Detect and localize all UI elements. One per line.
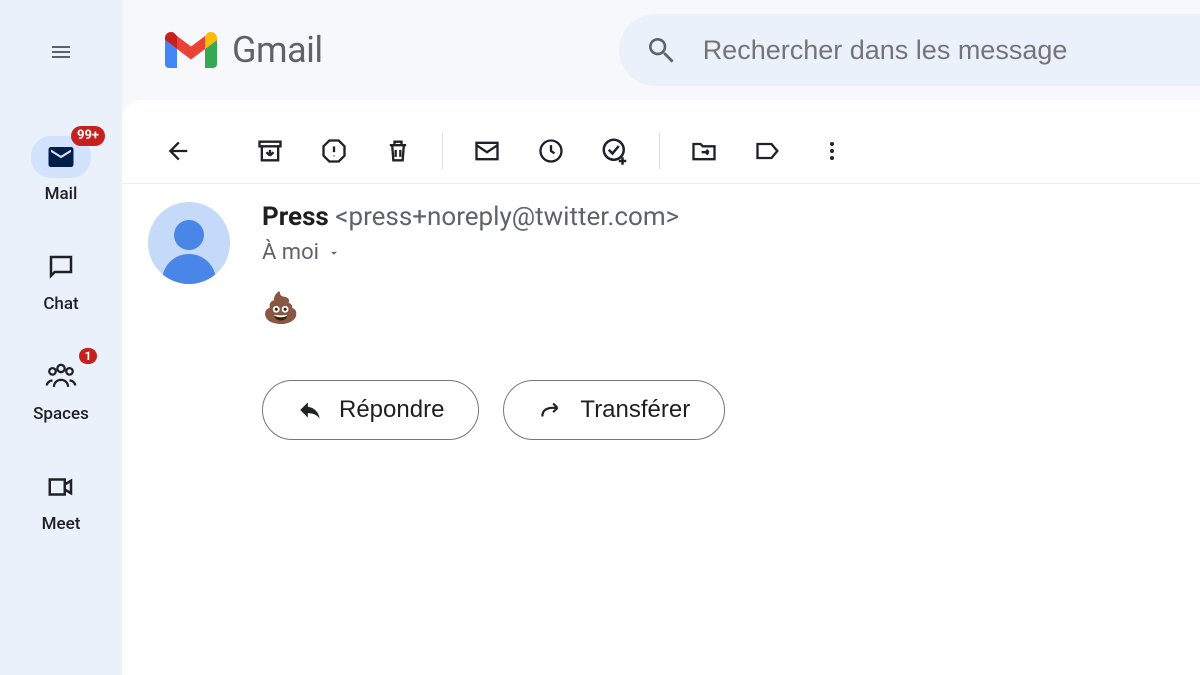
labels-button[interactable] [736,127,800,175]
move-to-button[interactable] [672,127,736,175]
header: Gmail [122,0,1200,100]
arrow-left-icon [164,137,192,165]
forward-icon [538,397,564,423]
email-actions: Répondre Transférer [262,380,1200,440]
forward-label: Transférer [580,396,690,424]
sender-name: Press [262,202,329,232]
label-icon [754,137,782,165]
nav-chat[interactable]: Chat [0,246,122,314]
toolbar [122,118,1200,184]
nav-meet-label: Meet [42,514,81,534]
spaces-icon [44,362,78,392]
delete-button[interactable] [366,127,430,175]
recipient-label: À moi [262,240,319,265]
mail-badge: 99+ [71,126,105,146]
envelope-icon [473,137,501,165]
search-icon [645,34,677,66]
logo[interactable]: Gmail [164,29,323,71]
trash-icon [384,137,412,165]
more-vert-icon [820,139,844,163]
add-to-tasks-button[interactable] [583,127,647,175]
meet-icon [45,472,77,502]
clock-icon [537,137,565,165]
nav-rail: 99+ Mail Chat 1 Spaces [0,0,122,675]
main-menu-button[interactable] [37,28,85,76]
app-name: Gmail [232,29,323,71]
nav-mail-label: Mail [45,184,78,204]
reply-icon [297,397,323,423]
recipient-toggle[interactable]: À moi [262,240,679,265]
archive-icon [256,137,284,165]
gmail-logo-icon [164,30,218,70]
sender-avatar[interactable] [148,202,230,284]
hamburger-icon [46,40,76,64]
sender-line: Press <press+noreply@twitter.com> [262,202,679,232]
mark-unread-button[interactable] [455,127,519,175]
report-spam-button[interactable] [302,127,366,175]
more-button[interactable] [800,127,864,175]
reply-label: Répondre [339,396,444,424]
search-box[interactable] [619,14,1200,86]
email-body: 💩 [262,291,679,326]
nav-spaces[interactable]: 1 Spaces [0,356,122,424]
back-button[interactable] [148,127,208,175]
chevron-down-icon [327,246,341,260]
content-panel: Press <press+noreply@twitter.com> À moi … [122,100,1200,675]
mail-icon [46,142,76,172]
snooze-button[interactable] [519,127,583,175]
nav-spaces-label: Spaces [33,404,89,424]
nav-chat-label: Chat [43,294,78,314]
spaces-badge: 1 [79,348,97,364]
task-add-icon [600,136,630,166]
toolbar-separator [659,133,660,169]
toolbar-separator [442,133,443,169]
chat-icon [46,252,76,282]
archive-button[interactable] [238,127,302,175]
email-view: Press <press+noreply@twitter.com> À moi … [122,184,1200,326]
nav-mail[interactable]: 99+ Mail [0,136,122,204]
reply-button[interactable]: Répondre [262,380,479,440]
nav-meet[interactable]: Meet [0,466,122,534]
spam-icon [320,137,348,165]
forward-button[interactable]: Transférer [503,380,725,440]
sender-email: <press+noreply@twitter.com> [335,202,679,232]
folder-move-icon [690,137,718,165]
search-input[interactable] [703,35,1200,66]
main-area: Gmail [122,0,1200,675]
